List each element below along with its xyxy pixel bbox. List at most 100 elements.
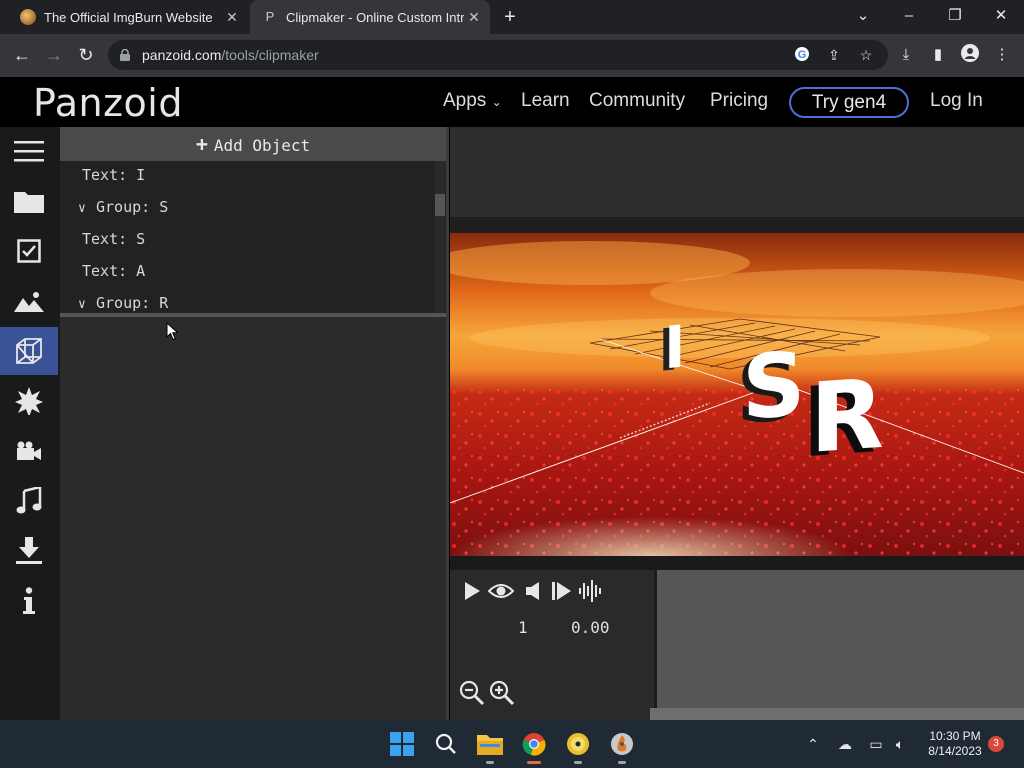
letter-s: S	[742, 332, 805, 439]
add-object-label: Add Object	[213, 136, 311, 155]
music-icon[interactable]	[0, 477, 58, 525]
waveform-icon[interactable]	[578, 578, 604, 604]
tree-item-group-s[interactable]: ∨ Group: S	[78, 191, 168, 223]
tree-item-text-a[interactable]: Text: A	[82, 255, 145, 287]
panel-divider[interactable]	[446, 127, 449, 720]
chevron-up-icon[interactable]: ⌃	[803, 734, 823, 754]
checkbox-icon[interactable]	[0, 227, 58, 275]
file-explorer-icon[interactable]	[474, 728, 506, 764]
close-window-icon[interactable]: ✕	[978, 0, 1024, 34]
panel-splitter[interactable]	[60, 313, 446, 317]
info-icon[interactable]	[0, 577, 58, 625]
svg-text:G: G	[798, 49, 807, 61]
menu-icon[interactable]	[0, 127, 58, 175]
network-icon[interactable]: ▭	[866, 734, 886, 754]
url-text: panzoid.com/tools/clipmaker	[142, 47, 319, 63]
clock-time: 10:30 PM	[929, 729, 981, 743]
notification-badge[interactable]: 3	[988, 736, 1004, 752]
object-panel: + Add Object Text: I ∨ Group: S Text: S Te…	[60, 127, 449, 720]
share-icon[interactable]: ⇪	[824, 46, 844, 64]
step-forward-icon[interactable]	[548, 578, 574, 604]
tab-close-icon[interactable]: ✕	[464, 9, 484, 26]
image-icon[interactable]	[0, 277, 58, 325]
tab-search-chevron-down-icon[interactable]: ⌄	[840, 0, 886, 34]
timeline-area[interactable]	[657, 570, 1024, 708]
tab-title: Clipmaker - Online Custom Intro	[286, 9, 464, 25]
new-tab-button[interactable]: +	[498, 5, 522, 29]
preview-top-area	[450, 127, 1024, 217]
side-panel-icon[interactable]: ▮	[927, 44, 949, 66]
restore-icon[interactable]: ❐	[932, 0, 978, 34]
folder-icon[interactable]	[0, 177, 58, 225]
tab-title: The Official ImgBurn Website	[44, 9, 213, 25]
windows-start-icon[interactable]	[386, 728, 418, 760]
add-object-button[interactable]: + Add Object	[60, 127, 446, 161]
play-icon[interactable]	[459, 578, 485, 604]
google-icon[interactable]: G	[792, 46, 812, 64]
chrome-icon[interactable]	[518, 728, 550, 764]
time-display: 0.00	[571, 618, 610, 637]
playback-controls: 1 0.00	[450, 570, 654, 720]
cloud-offline-icon[interactable]: ☁	[835, 734, 855, 754]
browser-toolbar: ← → ↻ panzoid.com/tools/clipmaker G ⇪ ☆ …	[0, 34, 1024, 77]
nav-pricing[interactable]: Pricing	[710, 90, 768, 112]
chevron-down-icon[interactable]: ∨	[78, 289, 96, 313]
download-icon[interactable]	[0, 527, 58, 575]
minimize-icon[interactable]: –	[886, 0, 932, 34]
forward-arrow-icon[interactable]: →	[40, 41, 68, 69]
nav-community[interactable]: Community	[589, 90, 685, 112]
search-icon[interactable]	[430, 728, 462, 760]
volume-icon[interactable]	[520, 578, 546, 604]
tab-clipmaker[interactable]: P Clipmaker - Online Custom Intro ✕	[250, 0, 490, 34]
tree-item-label: Group: S	[96, 198, 169, 216]
tree-item-label: Text: I	[82, 166, 146, 184]
more-menu-icon[interactable]: ⋮	[991, 44, 1013, 66]
imgburn-icon[interactable]	[606, 728, 638, 764]
tree-scroll-thumb[interactable]	[435, 194, 445, 216]
tab-imgburn[interactable]: The Official ImgBurn Website ✕	[8, 0, 248, 34]
address-bar[interactable]: panzoid.com/tools/clipmaker G ⇪ ☆	[108, 40, 888, 70]
nav-apps[interactable]: Apps ⌄	[443, 90, 502, 112]
cube-icon[interactable]	[0, 327, 58, 375]
camera-icon[interactable]	[0, 427, 58, 475]
disc-app-icon[interactable]	[562, 728, 594, 764]
tab-close-icon[interactable]: ✕	[222, 9, 242, 26]
tree-scrollbar[interactable]	[435, 161, 445, 313]
tree-item-label: Text: S	[82, 230, 146, 248]
clock[interactable]: 10:30 PM 8/14/2023	[918, 729, 992, 759]
tool-rail	[0, 127, 60, 720]
panzoid-logo[interactable]: Panzoid	[33, 81, 183, 125]
speaker-icon[interactable]: 🔈︎	[890, 734, 910, 754]
eye-icon[interactable]	[488, 578, 514, 604]
lock-icon	[120, 49, 130, 61]
zoom-out-icon[interactable]	[459, 680, 485, 706]
timeline-scrollbar[interactable]	[650, 708, 1024, 720]
windows-taskbar: ⌃ ☁ ▭ 🔈︎ 10:30 PM 8/14/2023 3	[0, 720, 1024, 768]
tree-item-text-s[interactable]: Text: S	[82, 223, 145, 255]
back-arrow-icon[interactable]: ←	[8, 41, 36, 69]
imgburn-favicon-icon	[20, 9, 36, 25]
canvas-footer	[450, 556, 1024, 570]
clock-date: 8/14/2023	[928, 744, 982, 758]
nav-learn[interactable]: Learn	[521, 90, 570, 112]
letter-i: I	[664, 312, 686, 382]
reload-icon[interactable]: ↻	[72, 41, 100, 69]
tree-item-group-r[interactable]: ∨ Group: R	[78, 287, 168, 313]
letter-r: R	[810, 358, 884, 475]
login-link[interactable]: Log In	[930, 90, 983, 112]
try-gen4-button[interactable]: Try gen4	[789, 87, 909, 118]
preview-canvas[interactable]: I I S S R R	[450, 233, 1024, 556]
tree-item-text-i[interactable]: Text: I	[82, 161, 145, 191]
zoom-in-icon[interactable]	[489, 680, 515, 706]
panzoid-favicon-icon: P	[262, 9, 278, 25]
download-icon[interactable]: ⤓	[895, 44, 917, 66]
browser-tab-strip: The Official ImgBurn Website ✕ P Clipmak…	[0, 0, 1024, 34]
bookmark-star-icon[interactable]: ☆	[856, 46, 876, 64]
object-tree: Text: I ∨ Group: S Text: S Text: A ∨ Group…	[60, 161, 446, 313]
site-header: Panzoid Apps ⌄ Learn Community Pricing T…	[0, 77, 1024, 127]
burst-icon[interactable]	[0, 377, 58, 425]
mouse-cursor-icon	[166, 322, 178, 341]
chevron-down-icon[interactable]: ∨	[78, 193, 96, 225]
frame-number: 1	[518, 618, 528, 637]
profile-icon[interactable]	[959, 44, 981, 66]
